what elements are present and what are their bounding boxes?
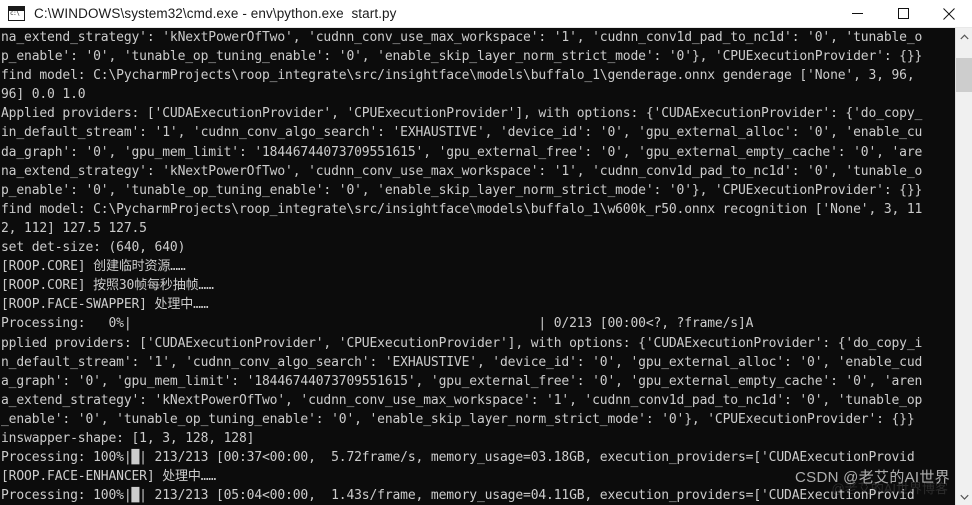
console-line: a_graph': '0', 'gpu_mem_limit': '1844674…	[1, 373, 923, 389]
console-line: pplied providers: ['CUDAExecutionProvide…	[1, 335, 923, 351]
console-line: find model: C:\PycharmProjects\roop_inte…	[1, 68, 915, 84]
window-controls	[834, 0, 972, 28]
console-line: find model: C:\PycharmProjects\roop_inte…	[1, 201, 923, 217]
console-line: set det-size: (640, 640)	[1, 240, 186, 256]
console-text: na_extend_strategy': 'kNextPowerOfTwo', …	[0, 28, 955, 505]
console-line: p_enable': '0', 'tunable_op_tuning_enabl…	[1, 182, 923, 198]
maximize-icon	[897, 8, 909, 19]
console-line: n_default_stream': '1', 'cudnn_conv_algo…	[1, 354, 923, 370]
console-line: inswapper-shape: [1, 3, 128, 128]	[1, 430, 255, 446]
console-line: _enable': '0', 'tunable_op_tuning_enable…	[1, 411, 915, 427]
maximize-button[interactable]	[880, 0, 926, 28]
vertical-scrollbar[interactable]	[955, 28, 972, 505]
window-title: C:\WINDOWS\system32\cmd.exe - env\python…	[34, 6, 397, 21]
title-bar[interactable]: C:\WINDOWS\system32\cmd.exe - env\python…	[0, 0, 972, 28]
console-line: na_extend_strategy': 'kNextPowerOfTwo', …	[1, 163, 923, 179]
watermark-text: CSDN @老艾的AI世界	[795, 469, 950, 486]
cmd-console-icon	[8, 6, 25, 21]
console-line: Processing: 100%|█| 213/213 [05:04<00:00…	[1, 488, 915, 504]
console-line: 2, 112] 127.5 127.5	[1, 220, 147, 236]
console-line: a_extend_strategy': 'kNextPowerOfTwo', '…	[1, 392, 923, 408]
console-line: [ROOP.CORE] 创建临时资源……	[1, 259, 186, 275]
console-line: [ROOP.CORE] 按照30帧每秒抽帧……	[1, 278, 214, 294]
chevron-up-icon	[959, 33, 969, 39]
console-line: da_graph': '0', 'gpu_mem_limit': '184467…	[1, 144, 923, 160]
minimize-button[interactable]	[834, 0, 880, 28]
console-line: na_extend_strategy': 'kNextPowerOfTwo', …	[1, 30, 923, 45]
cmd-window: C:\WINDOWS\system32\cmd.exe - env\python…	[0, 0, 972, 505]
console-output-area[interactable]: na_extend_strategy': 'kNextPowerOfTwo', …	[0, 28, 955, 505]
console-line: [ROOP.FACE-SWAPPER] 处理中……	[1, 297, 209, 313]
scrollbar-thumb[interactable]	[956, 58, 972, 92]
close-icon	[943, 7, 955, 20]
console-line: Processing: 0%| | 0/213 [00:00<?, ?frame…	[1, 316, 754, 332]
close-button[interactable]	[926, 0, 972, 28]
minimize-icon	[851, 13, 863, 14]
scroll-down-button[interactable]	[956, 488, 972, 505]
console-line: Applied providers: ['CUDAExecutionProvid…	[1, 106, 923, 122]
scroll-up-button[interactable]	[956, 28, 972, 45]
chevron-down-icon	[959, 494, 969, 500]
console-line: in_default_stream': '1', 'cudnn_conv_alg…	[1, 125, 923, 141]
console-line: p_enable': '0', 'tunable_op_tuning_enabl…	[1, 49, 923, 65]
console-line: 96] 0.0 1.0	[1, 87, 86, 103]
console-line: Processing: 100%|█| 213/213 [00:37<00:00…	[1, 450, 915, 466]
